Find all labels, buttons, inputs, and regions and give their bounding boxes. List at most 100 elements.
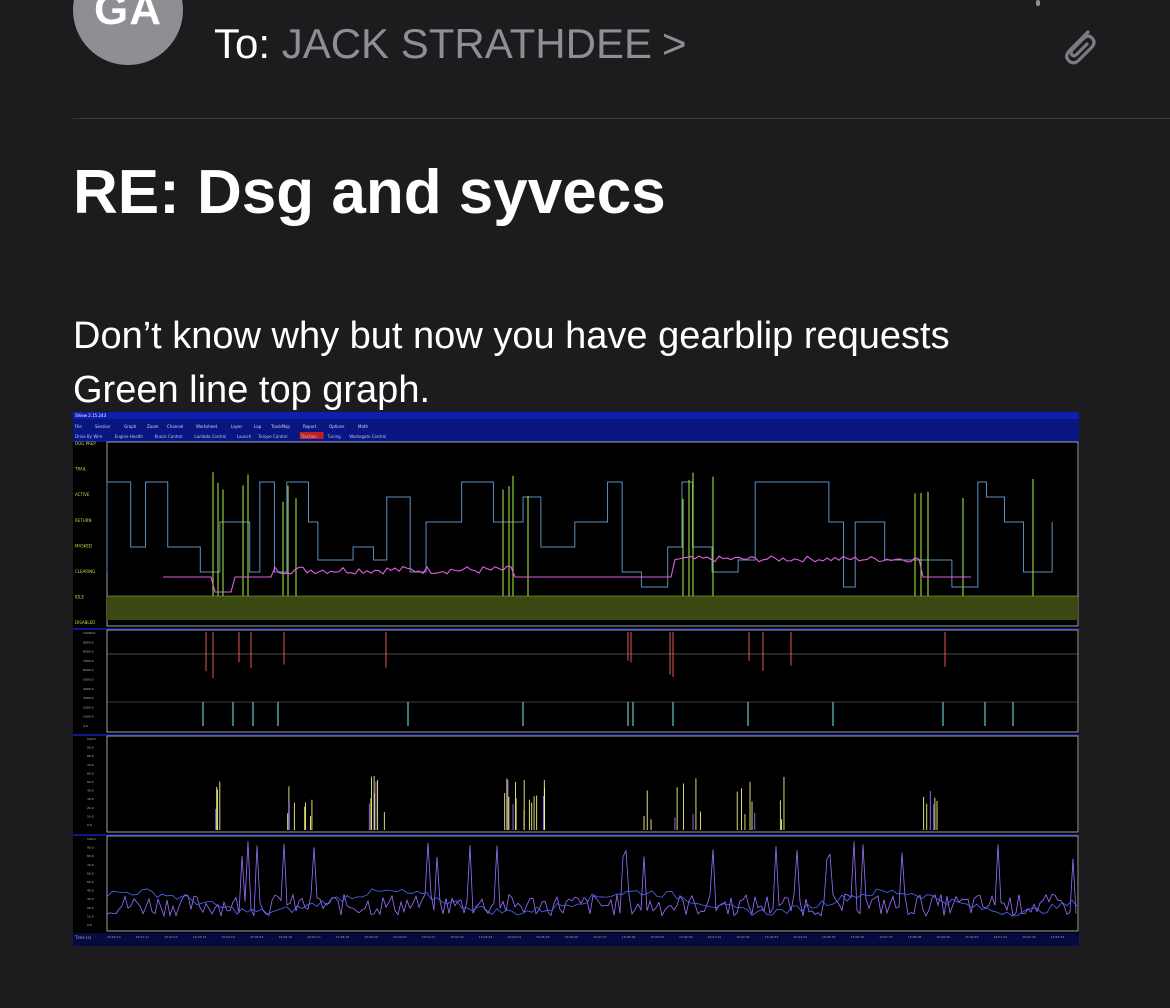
pct-tick: 10.0 bbox=[87, 814, 94, 818]
to-label: To: bbox=[214, 20, 271, 67]
pct2-tick: 100.0 bbox=[87, 837, 96, 841]
idle-band bbox=[107, 596, 1078, 620]
time-tick: 15:00:20 bbox=[393, 935, 407, 939]
pct-tick: 90.0 bbox=[87, 746, 94, 750]
menu-item: Graph bbox=[124, 424, 137, 429]
recipient-line: To: JACK STRATHDEE > bbox=[214, 18, 687, 70]
body-line-2: Green line top graph. bbox=[73, 369, 431, 411]
pct2-tick: 10.0 bbox=[87, 914, 94, 918]
pct2-tick: 60.0 bbox=[87, 871, 94, 875]
time-tick: 15:01:41 bbox=[994, 935, 1008, 939]
time-tick: 15:00:40 bbox=[965, 935, 979, 939]
time-tick: 15:01:21 bbox=[422, 935, 436, 939]
menu-item: TrackMap bbox=[270, 424, 290, 429]
time-tick: 15:05:35 bbox=[822, 935, 836, 939]
time-tick: 15:09:19 bbox=[364, 935, 378, 939]
recipient-name[interactable]: JACK STRATHDEE bbox=[282, 20, 652, 67]
menu-item: Lap bbox=[254, 424, 262, 429]
time-tick: 15:03:33 bbox=[765, 935, 779, 939]
paperclip-icon[interactable] bbox=[1058, 24, 1098, 66]
time-tick: 15:08:28 bbox=[622, 935, 636, 939]
rpm-tick: 1000.0 bbox=[83, 715, 94, 719]
menu-item: Report bbox=[303, 424, 317, 429]
time-tick: 15:07:37 bbox=[879, 935, 893, 939]
rpm-tick: 0.0 bbox=[83, 724, 88, 728]
tab-item: Launch bbox=[237, 434, 252, 439]
pct-tick: 40.0 bbox=[87, 789, 94, 793]
email-subject: RE: Dsg and syvecs bbox=[73, 158, 666, 227]
menu-item: Worksheet bbox=[196, 424, 218, 429]
menu-item: File bbox=[75, 424, 82, 429]
pct2-tick: 0.0 bbox=[87, 923, 92, 927]
rpm-tick: 7000.0 bbox=[83, 659, 94, 663]
window-title: SView 2.15.243 bbox=[75, 413, 107, 418]
state-label: CLEARING bbox=[75, 569, 95, 574]
time-tick: 15:02:32 bbox=[736, 935, 750, 939]
pct2-tick: 30.0 bbox=[87, 897, 94, 901]
body-line-1: Don’t know why but now you have gearblip… bbox=[73, 315, 950, 357]
state-label: ACTIVE bbox=[75, 492, 90, 497]
time-tick: 15:02:22 bbox=[450, 935, 464, 939]
avatar[interactable]: GA bbox=[73, 0, 183, 65]
avatar-initials: GA bbox=[94, 0, 162, 34]
rpm-tick: 2000.0 bbox=[83, 705, 94, 709]
pct-tick: 20.0 bbox=[87, 806, 94, 810]
time-tick: 15:03:23 bbox=[479, 935, 493, 939]
time-tick: 15:07:27 bbox=[593, 935, 607, 939]
chevron-right-icon[interactable]: > bbox=[662, 20, 687, 67]
tab-item: Torque Control bbox=[257, 434, 287, 439]
time-tick: 15:04:14 bbox=[221, 935, 235, 939]
time-label: Time (s) bbox=[74, 935, 92, 940]
menu-item: Channel bbox=[167, 424, 183, 429]
time-tick: 15:02:12 bbox=[164, 935, 178, 939]
time-tick: 15:08:18 bbox=[336, 935, 350, 939]
menu-item: Session bbox=[95, 424, 111, 429]
time-tick: 15:06:36 bbox=[851, 935, 865, 939]
time-tick: 15:01:31 bbox=[708, 935, 722, 939]
time-tick: 15:05:25 bbox=[536, 935, 550, 939]
time-tick: 15:05:15 bbox=[250, 935, 264, 939]
title-bar bbox=[73, 412, 1079, 419]
rpm-tick: 4000.0 bbox=[83, 687, 94, 691]
pct-tick: 80.0 bbox=[87, 754, 94, 758]
menu-bar bbox=[73, 419, 1079, 431]
state-label: IDLE bbox=[75, 595, 84, 600]
tab-item: Engine Health bbox=[115, 434, 144, 439]
time-tick: 15:03:43 bbox=[1051, 935, 1065, 939]
tab-item: Lambda Control bbox=[194, 434, 226, 439]
menu-item: Layer bbox=[231, 424, 243, 429]
attached-screenshot-image[interactable]: SView 2.15.243 File Session Graph Zoom Channe… bbox=[73, 412, 1079, 946]
rpm-tick: 5000.0 bbox=[83, 678, 94, 682]
tab-item: Drive By Wire bbox=[75, 434, 103, 439]
tab-item: Knock Control bbox=[155, 434, 183, 439]
time-tick: 15:09:39 bbox=[936, 935, 950, 939]
rpm-tick: 9000.0 bbox=[83, 640, 94, 644]
pct-tick: 100.0 bbox=[87, 737, 96, 741]
state-label: TRAIL bbox=[74, 467, 87, 472]
tab-item: Traction bbox=[300, 434, 317, 439]
pct-tick: 0.0 bbox=[87, 823, 92, 827]
email-body: Don’t know why but now you have gearblip… bbox=[73, 309, 1103, 417]
toolbar-remnant bbox=[1036, 0, 1040, 6]
state-label: MASKED bbox=[75, 543, 92, 548]
time-tick: 15:04:34 bbox=[793, 935, 807, 939]
state-label: DOG PREP bbox=[75, 441, 96, 446]
rpm-tick: 6000.0 bbox=[83, 668, 94, 672]
time-tick: 15:08:38 bbox=[908, 935, 922, 939]
menu-item: Math bbox=[358, 424, 368, 429]
pct2-tick: 90.0 bbox=[87, 846, 94, 850]
tab-item: Wastegate Control bbox=[349, 434, 386, 439]
pct-tick: 60.0 bbox=[87, 771, 94, 775]
state-label: RETURN bbox=[75, 518, 91, 523]
sview-screenshot: SView 2.15.243 File Session Graph Zoom Channe… bbox=[73, 412, 1079, 946]
time-tick: 15:02:42 bbox=[1022, 935, 1036, 939]
state-label: DISABLED bbox=[75, 620, 95, 625]
time-tick: 15:09:29 bbox=[650, 935, 664, 939]
pct-tick: 30.0 bbox=[87, 797, 94, 801]
rpm-tick: 8000.0 bbox=[83, 650, 94, 654]
pct2-tick: 40.0 bbox=[87, 889, 94, 893]
time-tick: 15:00:30 bbox=[679, 935, 693, 939]
menu-item: Zoom bbox=[147, 424, 159, 429]
pct2-tick: 50.0 bbox=[87, 880, 94, 884]
time-tick: 15:06:26 bbox=[565, 935, 579, 939]
